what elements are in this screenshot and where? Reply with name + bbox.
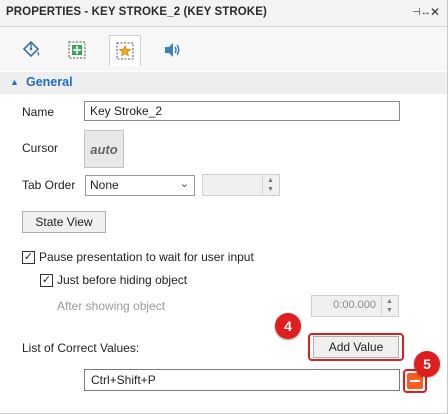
spin-up-icon: ▲ <box>386 298 393 305</box>
properties-panel: PROPERTIES - KEY STROKE_2 (KEY STROKE) ⊣… <box>0 0 448 414</box>
state-view-button[interactable]: State View <box>22 211 106 233</box>
cursor-label: Cursor <box>22 141 59 155</box>
chevron-down-icon: ⌄ <box>179 178 189 190</box>
tab-order-value: None <box>90 178 119 192</box>
collapse-triangle-icon[interactable]: ▲ <box>10 77 19 87</box>
spin-down-icon: ▼ <box>267 186 274 193</box>
property-tabs <box>0 27 447 71</box>
spin-up-icon: ▲ <box>267 177 274 184</box>
after-showing-label: After showing object <box>57 299 166 313</box>
section-title: General <box>26 75 73 89</box>
before-hiding-label: Just before hiding object <box>57 273 188 287</box>
correct-value-item[interactable]: Ctrl+Shift+P <box>84 369 400 391</box>
spin-down-icon: ▼ <box>386 307 393 314</box>
title-bar: PROPERTIES - KEY STROKE_2 (KEY STROKE) ⊣… <box>0 0 447 27</box>
tab-order-label: Tab Order <box>22 178 76 192</box>
move-resize-icon <box>68 41 86 59</box>
position-size-tab[interactable] <box>62 35 92 65</box>
panel-title: PROPERTIES - KEY STROKE_2 (KEY STROKE) <box>6 6 267 18</box>
after-showing-value: 0:00.000 <box>333 299 376 311</box>
pause-label: Pause presentation to wait for user inpu… <box>39 250 254 264</box>
after-showing-spinner: 0:00.000 ▲ ▼ <box>311 295 399 317</box>
pin-icon[interactable]: ⊣↔ <box>412 7 431 18</box>
before-hiding-checkbox[interactable]: ✓ <box>40 274 53 287</box>
cursor-picker-button[interactable]: auto <box>84 130 124 168</box>
callout-5-badge: 5 <box>414 351 440 377</box>
fill-tab[interactable] <box>16 35 46 65</box>
actions-tab[interactable] <box>109 35 141 66</box>
name-label: Name <box>22 105 55 119</box>
tab-order-select[interactable]: None ⌄ <box>85 175 195 196</box>
pause-checkbox[interactable]: ✓ <box>22 251 35 264</box>
spinner-buttons: ▲ ▼ <box>381 296 398 316</box>
paint-bucket-icon <box>22 40 40 58</box>
add-value-button[interactable]: Add Value <box>313 336 399 358</box>
speaker-icon <box>165 43 180 57</box>
tab-order-spinner: ▲ ▼ <box>202 174 280 196</box>
callout-4-badge: 4 <box>275 313 301 339</box>
correct-values-label: List of Correct Values: <box>22 341 140 355</box>
spinner-buttons: ▲ ▼ <box>262 175 279 195</box>
close-icon[interactable]: ✕ <box>430 5 440 19</box>
audio-tab[interactable] <box>157 35 187 65</box>
star-action-icon <box>116 42 134 60</box>
name-field[interactable]: Key Stroke_2 <box>84 101 400 121</box>
general-section-header[interactable]: ▲ General <box>0 72 447 94</box>
